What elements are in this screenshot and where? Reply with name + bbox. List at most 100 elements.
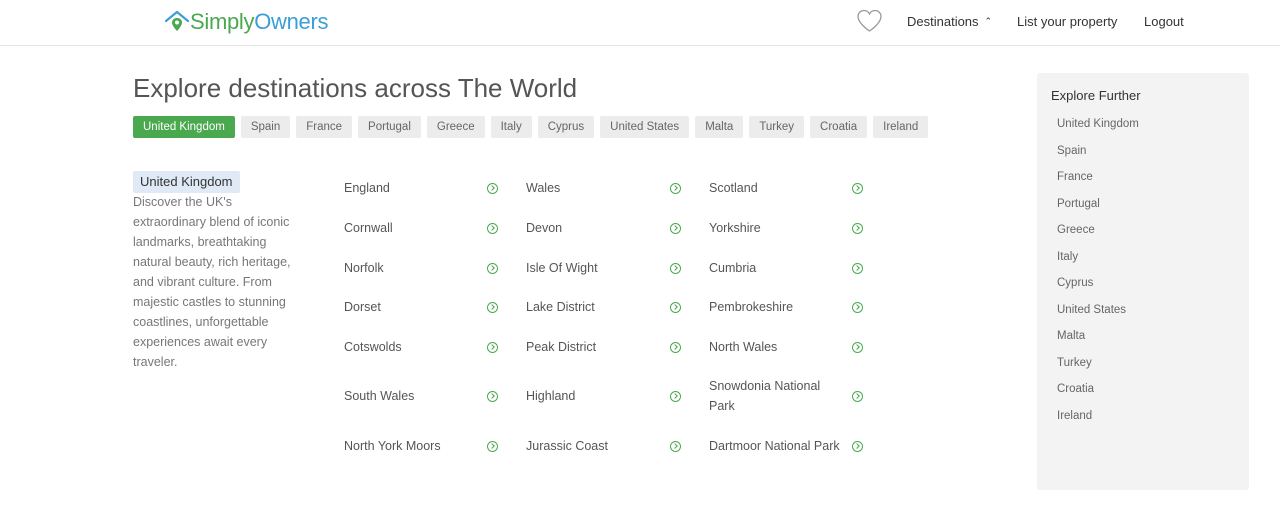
sidebar-item-spain[interactable]: Spain (1057, 145, 1139, 172)
destination-dartmoor-national-park[interactable]: Dartmoor National Park (709, 436, 864, 456)
destination-north-york-moors[interactable]: North York Moors (344, 436, 499, 456)
chevron-right-circle-icon (670, 440, 681, 452)
destination-label: Cotswolds (344, 340, 402, 354)
destination-wales[interactable]: Wales (526, 178, 682, 198)
country-tabs: United Kingdom Spain France Portugal Greece I… (133, 116, 929, 138)
destination-cotswolds[interactable]: Cotswolds (344, 337, 499, 357)
destination-lake-district[interactable]: Lake District (526, 297, 682, 317)
tab-malta[interactable]: Malta (695, 116, 744, 138)
destination-cumbria[interactable]: Cumbria (709, 258, 864, 278)
chevron-right-circle-icon (670, 301, 681, 313)
sidebar-item-italy[interactable]: Italy (1057, 251, 1139, 278)
destination-label: Yorkshire (709, 221, 761, 235)
tab-ireland[interactable]: Ireland (873, 116, 929, 138)
chevron-right-circle-icon (852, 301, 863, 313)
nav-destinations[interactable]: Destinations ⌃ (907, 14, 992, 29)
tab-united-states[interactable]: United States (600, 116, 690, 138)
sidebar-item-turkey[interactable]: Turkey (1057, 357, 1139, 384)
destination-south-wales[interactable]: South Wales (344, 386, 499, 406)
destination-label: Dorset (344, 300, 381, 314)
destination-label: South Wales (344, 389, 415, 403)
chevron-right-circle-icon (487, 390, 498, 402)
destination-label: Wales (526, 181, 561, 195)
chevron-right-circle-icon (670, 182, 681, 194)
logo-text: SimplyOwners (190, 9, 329, 35)
destination-label: Cornwall (344, 221, 393, 235)
chevron-right-circle-icon (852, 262, 863, 274)
destination-jurassic-coast[interactable]: Jurassic Coast (526, 436, 682, 456)
sidebar-list: United Kingdom Spain France Portugal Greece I… (1057, 118, 1139, 436)
chevron-right-circle-icon (670, 222, 681, 234)
destination-dorset[interactable]: Dorset (344, 297, 499, 317)
tab-cyprus[interactable]: Cyprus (537, 116, 595, 138)
destination-label: Snowdonia National Park (709, 379, 821, 413)
tab-france[interactable]: France (296, 116, 353, 138)
chevron-right-circle-icon (487, 262, 498, 274)
logo-simply: Simply (190, 9, 255, 34)
destination-label: Peak District (526, 340, 597, 354)
destination-snowdonia-national-park[interactable]: Snowdonia National Park (709, 376, 864, 416)
destination-england[interactable]: England (344, 178, 499, 198)
destination-peak-district[interactable]: Peak District (526, 337, 682, 357)
sidebar-title: Explore Further (1051, 88, 1141, 103)
chevron-up-icon: ⌃ (984, 16, 993, 26)
chevron-right-circle-icon (670, 390, 681, 402)
tab-turkey[interactable]: Turkey (749, 116, 805, 138)
chevron-right-circle-icon (852, 440, 863, 452)
destination-label: Isle Of Wight (526, 261, 598, 275)
sidebar-item-united-states[interactable]: United States (1057, 304, 1139, 331)
sidebar-item-cyprus[interactable]: Cyprus (1057, 277, 1139, 304)
destination-label: Jurassic Coast (526, 439, 608, 453)
destination-cornwall[interactable]: Cornwall (344, 218, 499, 238)
sidebar-item-croatia[interactable]: Croatia (1057, 383, 1139, 410)
destination-label: England (344, 181, 390, 195)
chevron-right-circle-icon (852, 222, 863, 234)
destination-north-wales[interactable]: North Wales (709, 337, 864, 357)
sidebar-item-greece[interactable]: Greece (1057, 224, 1139, 251)
destination-norfolk[interactable]: Norfolk (344, 258, 499, 278)
chevron-right-circle-icon (852, 341, 863, 353)
tab-croatia[interactable]: Croatia (810, 116, 868, 138)
page-title: Explore destinations across The World (133, 73, 578, 103)
tab-portugal[interactable]: Portugal (358, 116, 421, 138)
chevron-right-circle-icon (487, 341, 498, 353)
chevron-right-circle-icon (670, 341, 681, 353)
chevron-right-circle-icon (852, 182, 863, 194)
destination-label: Highland (526, 389, 576, 403)
sidebar-item-ireland[interactable]: Ireland (1057, 410, 1139, 437)
sidebar-item-united-kingdom[interactable]: United Kingdom (1057, 118, 1139, 145)
sidebar-item-malta[interactable]: Malta (1057, 330, 1139, 357)
explore-further-sidebar: Explore Further United Kingdom Spain Franc… (1037, 73, 1249, 490)
chevron-right-circle-icon (852, 390, 863, 402)
destination-label: North York Moors (344, 439, 441, 453)
destination-highland[interactable]: Highland (526, 386, 682, 406)
favorites-heart-icon[interactable] (856, 9, 883, 33)
tab-spain[interactable]: Spain (240, 116, 291, 138)
destination-label: Dartmoor National Park (709, 439, 840, 453)
destination-pembrokeshire[interactable]: Pembrokeshire (709, 297, 864, 317)
destination-label: Norfolk (344, 261, 384, 275)
sidebar-item-france[interactable]: France (1057, 171, 1139, 198)
tab-united-kingdom[interactable]: United Kingdom (133, 116, 235, 138)
destination-yorkshire[interactable]: Yorkshire (709, 218, 864, 238)
destination-scotland[interactable]: Scotland (709, 178, 864, 198)
destination-label: Cumbria (709, 261, 757, 275)
destination-isle-of-wight[interactable]: Isle Of Wight (526, 258, 682, 278)
site-logo[interactable]: SimplyOwners (164, 8, 329, 36)
site-header: SimplyOwners Destinations ⌃ List your pro… (0, 0, 1280, 46)
destination-devon[interactable]: Devon (526, 218, 682, 238)
tab-greece[interactable]: Greece (426, 116, 485, 138)
chevron-right-circle-icon (487, 440, 498, 452)
logo-owners: Owners (254, 9, 329, 34)
destination-label: Pembrokeshire (709, 300, 794, 314)
nav-list-property[interactable]: List your property (1017, 14, 1117, 29)
chevron-right-circle-icon (487, 301, 498, 313)
region-description: Discover the UK's extraordinary blend of… (133, 195, 291, 369)
destination-label: Devon (526, 221, 563, 235)
tab-italy[interactable]: Italy (490, 116, 532, 138)
destination-label: Lake District (526, 300, 595, 314)
region-badge: United Kingdom (133, 171, 240, 193)
sidebar-item-portugal[interactable]: Portugal (1057, 198, 1139, 225)
chevron-right-circle-icon (670, 262, 681, 274)
nav-logout[interactable]: Logout (1144, 14, 1184, 29)
